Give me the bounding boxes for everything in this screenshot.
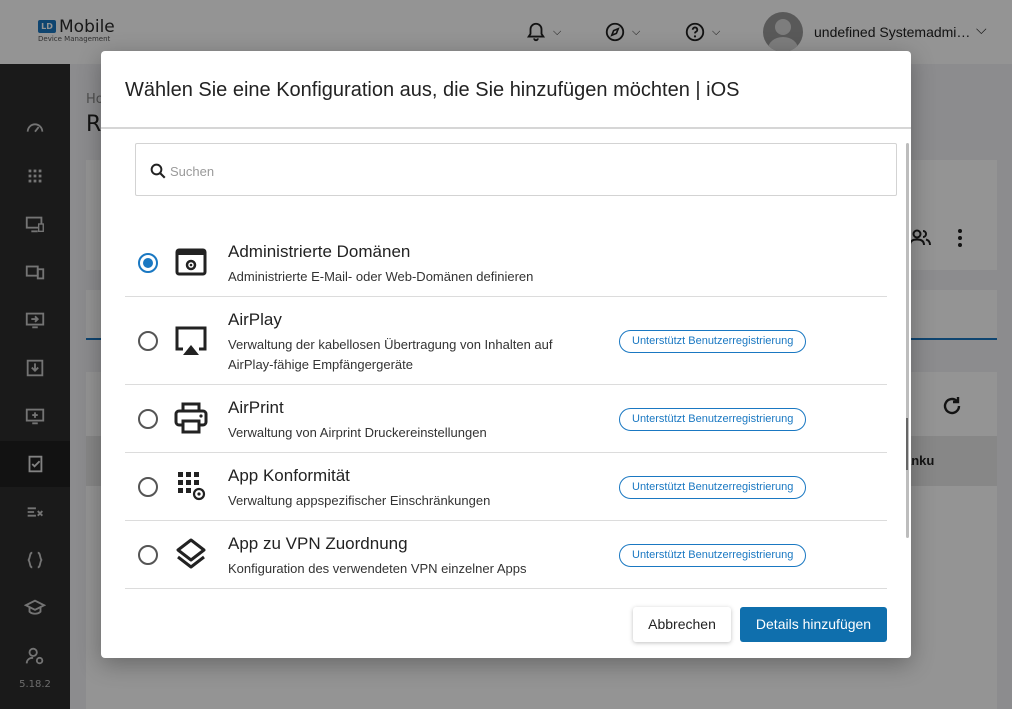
list-item[interactable]: Administrierte Domänen Administrierte E-…: [125, 229, 887, 297]
item-description: Verwaltung der kabellosen Übertragung vo…: [228, 337, 553, 372]
radio-button[interactable]: [138, 477, 158, 497]
dialog-title: Wählen Sie eine Konfiguration aus, die S…: [125, 79, 740, 101]
item-description: Administrierte E-Mail- oder Web-Domänen …: [228, 269, 534, 284]
divider: [101, 127, 911, 129]
cancel-button[interactable]: Abbrechen: [633, 607, 731, 642]
item-title: AirPlay: [228, 310, 282, 329]
item-description: Verwaltung appspezifischer Einschränkung…: [228, 493, 491, 508]
status-badge: Unterstützt Benutzerregistrierung: [619, 544, 807, 567]
status-badge: Unterstützt Benutzerregistrierung: [619, 476, 807, 499]
printer-icon: [173, 400, 209, 436]
list-item[interactable]: AirPrint Verwaltung von Airprint Drucker…: [125, 385, 887, 453]
search-input[interactable]: [170, 158, 870, 184]
radio-button[interactable]: [138, 331, 158, 351]
airplay-icon: [173, 322, 209, 358]
item-title: App zu VPN Zuordnung: [228, 534, 408, 553]
list-scrollbar[interactable]: [906, 418, 908, 470]
radio-button[interactable]: [138, 409, 158, 429]
search-box[interactable]: [135, 143, 897, 196]
list-item[interactable]: AirPlay Verwaltung der kabellosen Übertr…: [125, 297, 887, 385]
add-details-button[interactable]: Details hinzufügen: [740, 607, 887, 642]
radio-button[interactable]: [138, 253, 158, 273]
search-icon: [150, 163, 166, 179]
list-item[interactable]: App Konformität Verwaltung appspezifisch…: [125, 453, 887, 521]
item-title: App Konformität: [228, 466, 350, 485]
status-badge: Unterstützt Benutzerregistrierung: [619, 408, 807, 431]
item-title: Administrierte Domänen: [228, 242, 411, 261]
radio-button[interactable]: [138, 545, 158, 565]
domain-settings-icon: [173, 244, 209, 280]
layers-icon: [173, 536, 209, 572]
dialog-scrollbar[interactable]: [906, 143, 909, 538]
item-description: Verwaltung von Airprint Druckereinstellu…: [228, 425, 487, 440]
item-description: Konfiguration des verwendeten VPN einzel…: [228, 561, 527, 576]
app-grid-settings-icon: [173, 468, 209, 504]
status-badge: Unterstützt Benutzerregistrierung: [619, 330, 807, 353]
item-title: AirPrint: [228, 398, 284, 417]
config-select-dialog: Wählen Sie eine Konfiguration aus, die S…: [101, 51, 911, 658]
list-item[interactable]: App zu VPN Zuordnung Konfiguration des v…: [125, 521, 887, 589]
